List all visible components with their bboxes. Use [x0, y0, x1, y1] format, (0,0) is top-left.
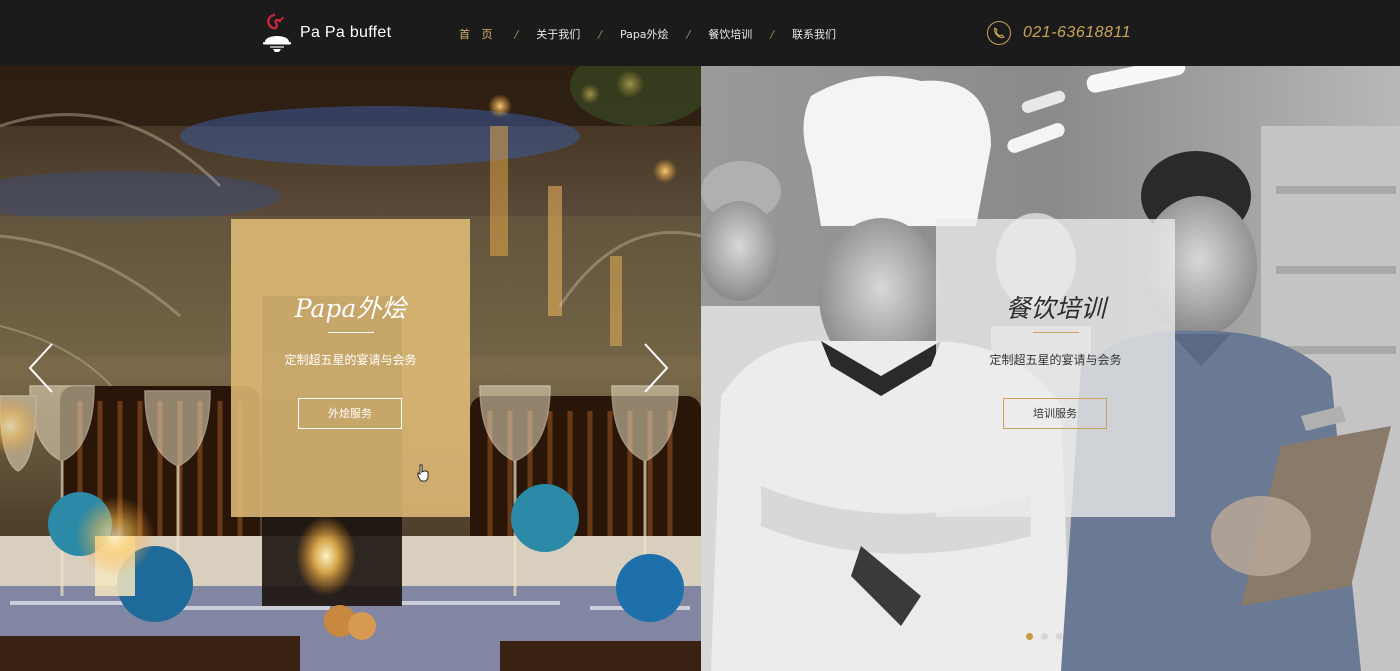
hero-banner: Papa外烩 定制超五星的宴请与会务 外烩服务 餐饮培训 定制超五星的宴请与会务… — [0, 66, 1400, 671]
slider-dots — [1026, 633, 1071, 640]
catering-subtitle: 定制超五星的宴请与会务 — [284, 353, 417, 367]
chevron-right-icon[interactable] — [641, 342, 671, 394]
nav-item-catering[interactable]: Papa外烩 — [620, 26, 669, 42]
nav-item-training[interactable]: 餐饮培训 — [708, 26, 752, 42]
chevron-left-icon[interactable] — [26, 342, 56, 394]
nav-separator: / — [686, 27, 691, 41]
training-service-button[interactable]: 培训服务 — [1003, 398, 1107, 429]
title-divider — [1033, 332, 1079, 333]
nav-item-contact[interactable]: 联系我们 — [792, 26, 836, 42]
catering-panel: Papa外烩 定制超五星的宴请与会务 外烩服务 — [0, 66, 701, 671]
training-title: 餐饮培训 — [1005, 294, 1106, 323]
nav-item-about[interactable]: 关于我们 — [536, 26, 580, 42]
nav-separator: / — [514, 27, 519, 41]
title-divider — [328, 332, 374, 333]
training-subtitle: 定制超五星的宴请与会务 — [989, 353, 1122, 367]
main-nav: 首 页 / 关于我们 / Papa外烩 / 餐饮培训 / 联系我们 — [459, 25, 836, 43]
catering-title: Papa外烩 — [294, 294, 407, 323]
phone-circle-icon — [987, 21, 1011, 45]
slider-dot[interactable] — [1041, 633, 1048, 640]
nav-separator: / — [598, 27, 602, 41]
phone-contact[interactable]: 021-63618811 — [987, 19, 1131, 47]
catering-service-button[interactable]: 外烩服务 — [298, 398, 402, 429]
brand-name: Pa Pa buffet — [300, 24, 392, 41]
slider-dot-active[interactable] — [1026, 633, 1033, 640]
catering-card: Papa外烩 定制超五星的宴请与会务 外烩服务 — [231, 219, 470, 517]
hand-cursor-icon — [417, 464, 429, 482]
training-panel: 餐饮培训 定制超五星的宴请与会务 培训服务 — [701, 66, 1400, 671]
phone-number[interactable]: 021-63618811 — [1023, 24, 1131, 42]
site-logo[interactable]: Pa Pa buffet — [262, 10, 402, 56]
slider-dot[interactable] — [1056, 633, 1063, 640]
cloche-with-pepper-icon — [263, 13, 291, 52]
site-header: Pa Pa buffet 首 页 / 关于我们 / Papa外烩 / 餐饮培训 … — [0, 0, 1400, 66]
nav-separator: / — [770, 27, 774, 41]
training-card: 餐饮培训 定制超五星的宴请与会务 培训服务 — [936, 219, 1175, 517]
nav-item-home[interactable]: 首 页 — [459, 26, 497, 42]
